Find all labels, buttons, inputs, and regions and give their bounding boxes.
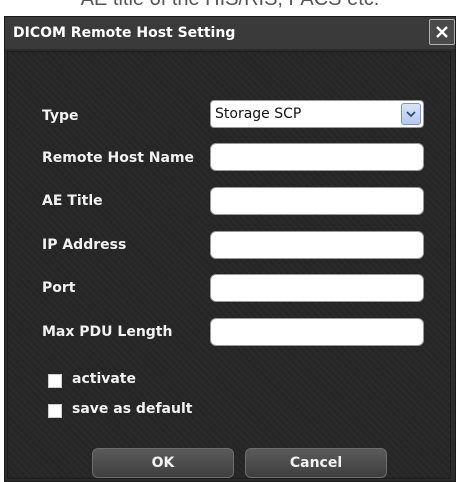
ip-address-label: IP Address bbox=[42, 237, 127, 253]
save-as-default-checkbox[interactable] bbox=[48, 404, 62, 418]
port-field[interactable] bbox=[210, 274, 424, 302]
background-caption: AE title of the HIS/RIS, PACS etc. bbox=[0, 0, 460, 12]
dialog-title: DICOM Remote Host Setting bbox=[13, 25, 236, 41]
max-pdu-length-label: Max PDU Length bbox=[42, 324, 173, 340]
chevron-down-icon bbox=[406, 111, 416, 118]
close-button[interactable] bbox=[429, 19, 455, 45]
ae-title-label: AE Title bbox=[42, 193, 103, 209]
dialog-titlebar: DICOM Remote Host Setting bbox=[5, 17, 455, 49]
type-select[interactable]: Storage SCP bbox=[210, 100, 424, 128]
max-pdu-length-field[interactable] bbox=[210, 318, 424, 346]
type-select-value: Storage SCP bbox=[215, 106, 302, 122]
port-label: Port bbox=[42, 280, 76, 296]
dialog-body: Type Storage SCP Remote Host Name AE Tit… bbox=[7, 51, 451, 479]
type-label: Type bbox=[42, 108, 79, 124]
dicom-remote-host-dialog: DICOM Remote Host Setting Type Storage S… bbox=[4, 16, 456, 482]
dropdown-arrow-button[interactable] bbox=[401, 103, 421, 125]
remote-host-name-label: Remote Host Name bbox=[42, 150, 195, 166]
cancel-button[interactable]: Cancel bbox=[245, 448, 387, 478]
ae-title-field[interactable] bbox=[210, 187, 424, 215]
remote-host-name-field[interactable] bbox=[210, 143, 424, 171]
ip-address-field[interactable] bbox=[210, 231, 424, 259]
ok-button[interactable]: OK bbox=[92, 448, 234, 478]
close-icon bbox=[436, 26, 448, 38]
activate-label: activate bbox=[72, 371, 136, 387]
activate-checkbox[interactable] bbox=[48, 374, 62, 388]
save-as-default-label: save as default bbox=[72, 401, 193, 417]
